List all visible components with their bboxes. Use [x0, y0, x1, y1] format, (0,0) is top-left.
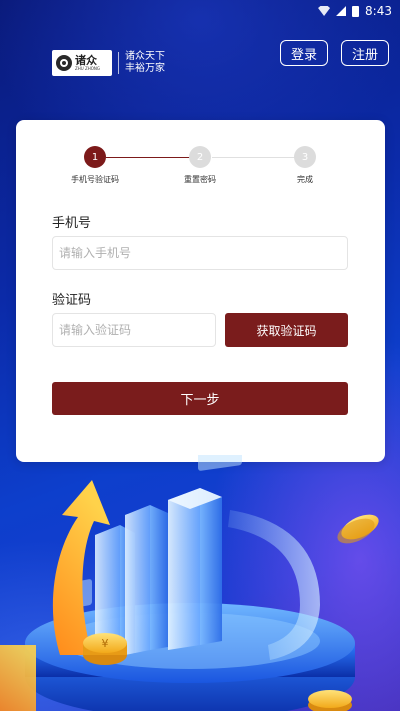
step-label: 重置密码 [184, 175, 216, 184]
step-phone-verify: 1 手机号验证码 [55, 146, 135, 185]
next-step-button[interactable]: 下一步 [52, 382, 348, 415]
finance-illustration: ¥ [0, 455, 379, 711]
glass-panel [198, 455, 242, 471]
wifi-icon [318, 6, 331, 16]
logo-slogan: 诸众天下 丰裕万家 [125, 51, 165, 75]
status-time: 8:43 [365, 4, 392, 18]
phone-label: 手机号 [52, 216, 92, 231]
step-complete: 3 完成 [265, 146, 345, 185]
coin: ¥ [83, 633, 127, 665]
reset-password-card: 1 手机号验证码 2 重置密码 3 完成 手机号 验证码 获取验证码 下一步 [16, 120, 385, 462]
slogan-line-1: 诸众天下 [125, 51, 165, 62]
step-label: 完成 [297, 175, 313, 184]
coin [308, 690, 352, 711]
stepper: 1 手机号验证码 2 重置密码 3 完成 [16, 146, 385, 188]
verification-code-input[interactable] [52, 313, 216, 347]
status-bar: 8:43 [318, 0, 400, 22]
logo-badge: 诸众 ZHU ZHONG [52, 50, 112, 76]
signal-icon [336, 6, 347, 16]
coin [337, 514, 379, 544]
phone-input[interactable] [52, 236, 348, 270]
step-number: 3 [294, 146, 316, 168]
logo-mark-icon [56, 55, 72, 71]
coin-symbol: ¥ [102, 637, 109, 650]
step-number: 1 [84, 146, 106, 168]
code-label: 验证码 [52, 293, 92, 308]
slogan-line-2: 丰裕万家 [125, 63, 165, 74]
login-button[interactable]: 登录 [280, 40, 328, 66]
side-pillar [0, 645, 36, 711]
get-code-button[interactable]: 获取验证码 [225, 313, 348, 347]
logo-name: 诸众 [75, 54, 97, 67]
battery-icon [352, 5, 360, 17]
logo: 诸众 ZHU ZHONG 诸众天下 丰裕万家 [52, 50, 165, 76]
step-number: 2 [189, 146, 211, 168]
register-button[interactable]: 注册 [341, 40, 389, 66]
logo-divider [118, 52, 119, 74]
step-reset-password: 2 重置密码 [160, 146, 240, 185]
step-label: 手机号验证码 [71, 175, 119, 184]
logo-name-en: ZHU ZHONG [75, 66, 100, 71]
